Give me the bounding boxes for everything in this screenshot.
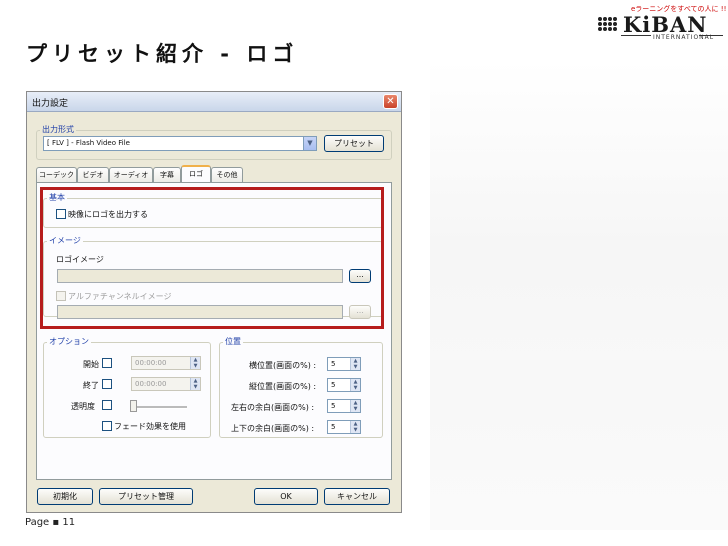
opacity-checkbox[interactable] [102, 400, 112, 410]
margin-horizontal-spinner[interactable]: 5 ▲ ▼ [327, 399, 361, 413]
tab-label: その他 [216, 171, 238, 179]
logo-rule [699, 35, 723, 36]
options-group-label: オプション [47, 336, 91, 347]
start-time-spinner[interactable]: 00:00:00 ▲ ▼ [131, 356, 201, 370]
position-y-label: 縦位置(画面の%) : [249, 382, 317, 391]
tab-logo[interactable]: ロゴ [181, 165, 211, 183]
end-label: 終了 [83, 381, 99, 390]
chevron-down-icon[interactable]: ▼ [303, 137, 316, 150]
margin-horizontal-label: 左右の余白(画面の%) : [231, 403, 315, 412]
fade-checkbox[interactable] [102, 421, 112, 431]
slide-background-decoration [430, 60, 728, 530]
start-label: 開始 [83, 360, 99, 369]
fade-checkbox-label: フェード効果を使用 [114, 422, 186, 431]
ok-button[interactable]: OK [254, 488, 318, 505]
slide-title: プリセット紹介 - ロゴ [26, 42, 299, 66]
highlight-frame [40, 187, 384, 329]
tab-subtitle[interactable]: 字幕 [153, 167, 181, 182]
tab-label: ロゴ [189, 170, 203, 178]
position-y-spinner[interactable]: 5 ▲ ▼ [327, 378, 361, 392]
tab-label: コーデック [39, 171, 74, 179]
margin-vertical-spinner[interactable]: 5 ▲ ▼ [327, 420, 361, 434]
ok-button-label: OK [280, 492, 292, 501]
reset-button-label: 初期化 [53, 492, 77, 501]
output-format-select[interactable]: [ FLV ] - Flash Video File ▼ [43, 136, 317, 151]
tab-label: 字幕 [160, 171, 174, 179]
opacity-label: 透明度 [71, 402, 95, 411]
tab-audio[interactable]: オーディオ [109, 167, 153, 182]
tab-label: オーディオ [113, 171, 149, 179]
position-x-label: 横位置(画面の%) : [249, 361, 317, 370]
spinner-arrows-icon[interactable]: ▲ ▼ [350, 400, 360, 412]
cancel-button[interactable]: キャンセル [324, 488, 390, 505]
tab-other[interactable]: その他 [211, 167, 243, 182]
margin-vertical-label: 上下の余白(画面の%) : [231, 424, 315, 433]
spinner-arrows-icon[interactable]: ▲ ▼ [350, 379, 360, 391]
end-checkbox[interactable] [102, 379, 112, 389]
opacity-slider-thumb[interactable] [130, 400, 137, 412]
opacity-slider-track[interactable] [131, 406, 187, 409]
page-number: Page ▪ 11 [25, 517, 76, 528]
start-time-value: 00:00:00 [135, 359, 167, 367]
position-group-label: 位置 [223, 336, 243, 347]
spinner-arrows-icon[interactable]: ▲ ▼ [350, 421, 360, 433]
cancel-button-label: キャンセル [337, 492, 377, 501]
margin-vertical-value: 5 [331, 423, 336, 431]
dialog-title: 出力設定 [32, 99, 69, 109]
position-x-value: 5 [331, 360, 336, 368]
position-x-spinner[interactable]: 5 ▲ ▼ [327, 357, 361, 371]
logo-rule [621, 35, 651, 36]
logo-dots-icon [598, 17, 617, 31]
spinner-arrows-icon[interactable]: ▲ ▼ [350, 358, 360, 370]
tab-video[interactable]: ビデオ [77, 167, 109, 182]
start-checkbox[interactable] [102, 358, 112, 368]
margin-horizontal-value: 5 [331, 402, 336, 410]
close-icon: ✕ [386, 96, 395, 107]
tab-label: ビデオ [82, 171, 104, 179]
reset-button[interactable]: 初期化 [37, 488, 93, 505]
spinner-arrows-icon[interactable]: ▲ ▼ [190, 378, 200, 390]
end-time-spinner[interactable]: 00:00:00 ▲ ▼ [131, 377, 201, 391]
close-button[interactable]: ✕ [383, 94, 398, 109]
preset-manage-button[interactable]: プリセット管理 [99, 488, 193, 505]
kiban-logo: eラーニングをすべての人に !! KiBAN INTERNATIONAL [595, 4, 726, 42]
end-time-value: 00:00:00 [135, 380, 167, 388]
dialog-titlebar[interactable]: 出力設定 ✕ [27, 92, 401, 112]
output-format-value: [ FLV ] - Flash Video File [47, 139, 130, 147]
spinner-arrows-icon[interactable]: ▲ ▼ [190, 357, 200, 369]
output-format-group-label: 出力形式 [40, 124, 76, 135]
preset-button-label: プリセット [334, 139, 374, 148]
preset-manage-button-label: プリセット管理 [118, 492, 174, 501]
tab-codec[interactable]: コーデック [36, 167, 77, 182]
preset-button[interactable]: プリセット [324, 135, 384, 152]
position-y-value: 5 [331, 381, 336, 389]
